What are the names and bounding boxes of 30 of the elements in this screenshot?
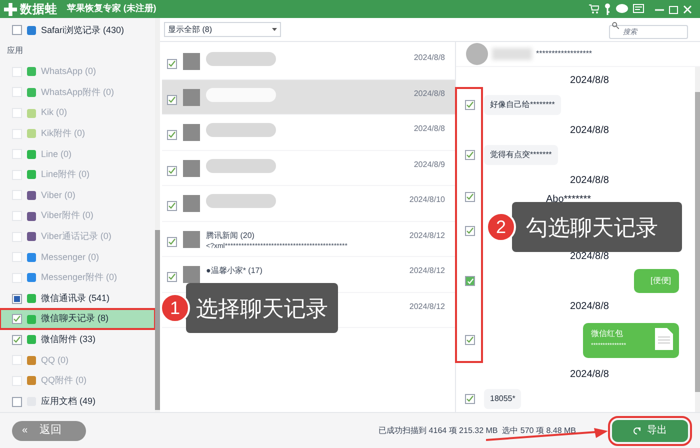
- logo-text: 数据蛙: [20, 1, 58, 18]
- status-text: 已成功扫描到 4164 项 215.32 MB 选中 570 项 8.48 MB: [378, 424, 576, 436]
- message-date: 2024/8/8: [570, 300, 609, 314]
- message-date: 2024/8/8: [570, 368, 609, 382]
- conversation-date: 2024/8/12: [409, 265, 445, 277]
- message-date: 2024/8/8: [570, 250, 609, 264]
- conversation-date: 2024/8/10: [409, 194, 445, 206]
- conversation-name: 腾讯新闻 (20): [206, 230, 256, 242]
- conversation-date: 2024/8/12: [409, 230, 445, 242]
- received-message: 18055*: [484, 389, 522, 409]
- step-badge-tooltip: 2: [486, 212, 516, 242]
- message-date: 2024/8/8: [570, 74, 609, 88]
- conversation-date: 2024/8/8: [414, 88, 445, 100]
- contact-name: ******************: [536, 48, 592, 60]
- double-chevron-icon: «: [22, 423, 28, 438]
- received-message: 觉得有点突*******: [484, 145, 558, 165]
- received-message: 好像自己给********: [484, 95, 561, 115]
- message-title: 微信红包: [591, 328, 624, 340]
- section-header: 应用: [7, 45, 23, 58]
- callout-tooltip: 选择聊天记录: [186, 283, 338, 333]
- window-title: 苹果恢复专家 (未注册): [66, 2, 156, 16]
- message-date: 2024/8/8: [570, 174, 609, 188]
- conversation-date: 2024/8/8: [414, 52, 445, 64]
- conversation-date: 2024/8/9: [414, 158, 445, 170]
- message-date: 2024/8/8: [570, 124, 609, 138]
- conversation-date: 2024/8/12: [409, 300, 445, 312]
- sent-message: [便便]: [634, 269, 679, 293]
- conversation-name: ●温馨小家* (17): [206, 265, 264, 277]
- callout-tooltip: 勾选聊天记录: [512, 202, 682, 252]
- conversation-date: 2024/8/8: [414, 123, 445, 135]
